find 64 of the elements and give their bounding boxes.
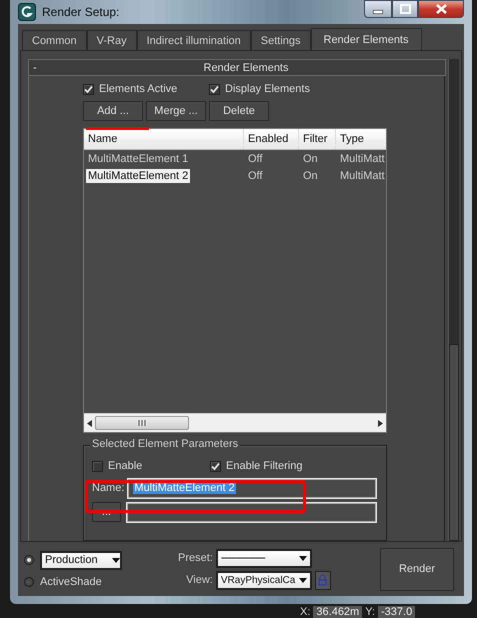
toolbar-button[interactable]: Merge ... xyxy=(146,101,206,121)
horizontal-scrollbar[interactable] xyxy=(84,413,386,432)
table-cell-text: Off xyxy=(247,152,264,164)
tab[interactable]: Settings xyxy=(250,30,310,50)
grip-icon xyxy=(138,420,146,426)
coordinate-value: 36.462m xyxy=(313,606,362,618)
collapse-toggle[interactable]: - xyxy=(29,62,47,74)
checkbox[interactable] xyxy=(209,84,220,94)
field-label: Name: xyxy=(92,482,124,494)
table-cell-text: On xyxy=(302,170,319,182)
table-cell-text: MultiMatt xyxy=(339,170,386,182)
coordinate-label: X: xyxy=(300,606,310,618)
tab[interactable]: Common xyxy=(22,30,87,50)
toolbar-button[interactable]: Delete xyxy=(209,101,269,121)
minimize-button[interactable] xyxy=(364,0,392,18)
caret-icon xyxy=(298,556,307,560)
rollout-header[interactable]: - Render Elements xyxy=(28,59,446,76)
minimize-icon xyxy=(373,10,383,14)
checkbox[interactable] xyxy=(92,460,103,472)
coordinate-value: -337.0 xyxy=(378,606,416,618)
checkbox[interactable] xyxy=(210,460,221,472)
field-label: Preset: xyxy=(178,552,213,564)
radio-label: ActiveShade xyxy=(40,576,102,588)
tab[interactable]: V-Ray xyxy=(86,30,137,50)
toolbar-button[interactable]: Add ... xyxy=(83,101,143,121)
mode-dropdown[interactable]: Production xyxy=(40,550,122,570)
caret-icon xyxy=(112,558,120,562)
view-dropdown[interactable]: VRayPhysicalCa xyxy=(216,570,312,590)
close-icon xyxy=(436,4,446,14)
table-cell[interactable]: MultiMatteElement 2 xyxy=(86,168,190,182)
coordinate-label: Y: xyxy=(365,606,376,618)
column-header[interactable]: Enabled xyxy=(244,129,299,149)
tab[interactable]: Indirect illumination xyxy=(136,30,251,50)
table-cell-text: MultiMatt xyxy=(339,152,386,164)
checkbox-label: Enable xyxy=(108,460,142,472)
render-button[interactable]: Render xyxy=(380,548,454,590)
column-header[interactable]: Type xyxy=(336,129,386,149)
table-cell[interactable]: MultiMatteElement 1 xyxy=(84,152,244,164)
tab[interactable]: Render Elements xyxy=(310,28,422,50)
checkbox[interactable] xyxy=(83,84,94,94)
checkbox-label: Enable Filtering xyxy=(226,460,302,472)
vertical-scrollbar[interactable] xyxy=(448,59,459,541)
lock-icon xyxy=(318,574,328,586)
group-title: Selected Element Parameters xyxy=(90,438,240,450)
table-cell-text: Off xyxy=(247,170,264,182)
element-list[interactable]: Name Enabled Filter Type MultiMatteElement 1 Off On MultiMatt MultiMatteElement 2 Off On MultiMatt xyxy=(83,128,387,433)
close-button[interactable] xyxy=(418,0,464,18)
maximize-button[interactable] xyxy=(392,0,418,18)
radio-button[interactable] xyxy=(24,576,34,586)
scroll-right-icon[interactable] xyxy=(378,420,383,426)
scroll-left-icon[interactable] xyxy=(87,420,92,426)
radio-button[interactable] xyxy=(24,555,34,565)
maximize-icon xyxy=(400,4,410,14)
checkbox-label: Elements Active xyxy=(99,83,178,95)
preset-dropdown[interactable]: -------------------- xyxy=(216,548,312,568)
checkbox-label: Display Elements xyxy=(225,83,310,95)
field-label: View: xyxy=(185,574,213,586)
rollout-title: Render Elements xyxy=(202,62,290,74)
table-cell-text: On xyxy=(302,152,319,164)
annotation-underline xyxy=(86,127,149,130)
caret-icon xyxy=(298,578,307,582)
app-logo-icon xyxy=(18,3,36,21)
window-title: Render Setup: xyxy=(42,5,120,19)
column-header[interactable]: Filter xyxy=(299,129,336,149)
